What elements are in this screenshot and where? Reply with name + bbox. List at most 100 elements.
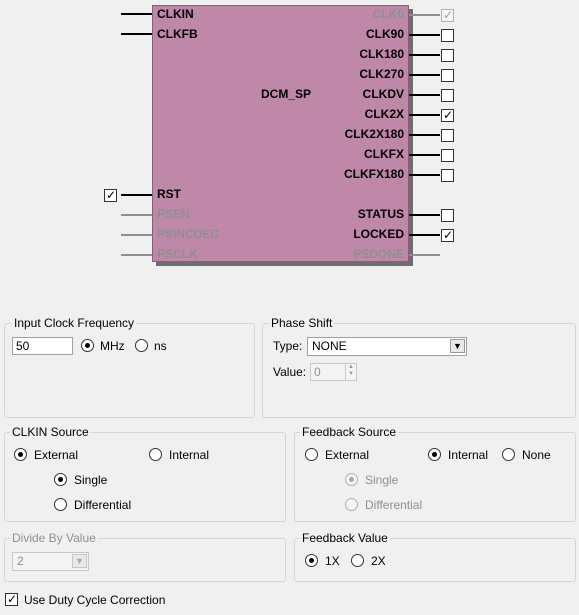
input-clock-title: Input Clock Frequency bbox=[12, 316, 137, 330]
feedback-external-label: External bbox=[325, 448, 370, 462]
pin-rst: RST bbox=[157, 187, 181, 201]
check-icon: ✓ bbox=[443, 108, 454, 122]
clk2x180-wire bbox=[409, 134, 440, 136]
clk2x-checkbox[interactable]: ✓ bbox=[441, 108, 454, 122]
clk270-checkbox[interactable] bbox=[441, 69, 454, 82]
feedback-differential-radio[interactable] bbox=[345, 498, 358, 511]
unit-ns-radio[interactable] bbox=[135, 339, 148, 352]
clkin-wire bbox=[121, 13, 152, 15]
pin-clk0: CLK0 bbox=[372, 7, 404, 21]
psclk-wire bbox=[121, 254, 152, 256]
locked-checkbox[interactable]: ✓ bbox=[441, 228, 454, 242]
feedback-single-label: Single bbox=[365, 473, 399, 487]
spin-down-icon[interactable]: ▼ bbox=[348, 371, 354, 377]
feedback-none-radio[interactable] bbox=[502, 448, 515, 461]
clk2x180-checkbox[interactable] bbox=[441, 129, 454, 142]
clk90-wire bbox=[409, 34, 440, 36]
clk0-checkbox[interactable]: ✓ bbox=[441, 8, 454, 22]
clkfb-wire bbox=[121, 33, 152, 35]
clkin-source-title: CLKIN Source bbox=[10, 425, 91, 439]
clkfx-checkbox[interactable] bbox=[441, 149, 454, 162]
feedback-value-title: Feedback Value bbox=[300, 531, 390, 545]
pin-clkin: CLKIN bbox=[157, 7, 194, 21]
pin-locked: LOCKED bbox=[353, 227, 404, 241]
feedback-single-radio[interactable] bbox=[345, 473, 358, 486]
check-icon: ✓ bbox=[106, 188, 117, 202]
clk180-checkbox[interactable] bbox=[441, 49, 454, 62]
clkin-internal-radio[interactable] bbox=[149, 448, 162, 461]
clk180-wire bbox=[409, 54, 440, 56]
feedback-internal-label: Internal bbox=[448, 448, 489, 462]
divide-by-dropdown[interactable]: 2 ▼ bbox=[12, 552, 89, 571]
feedback-2x-radio[interactable] bbox=[351, 554, 364, 567]
clkin-internal-label: Internal bbox=[169, 448, 210, 462]
phase-type-label: Type: bbox=[273, 339, 303, 353]
pin-clk180: CLK180 bbox=[359, 47, 404, 61]
feedback-differential-label: Differential bbox=[365, 498, 423, 512]
spinner-buttons[interactable]: ▲ ▼ bbox=[345, 364, 356, 380]
unit-ns-label: ns bbox=[154, 339, 167, 353]
phase-value-text: 0 bbox=[314, 365, 321, 379]
pin-clk2x: CLK2X bbox=[364, 107, 404, 121]
pin-status: STATUS bbox=[357, 207, 404, 221]
clkin-single-label: Single bbox=[74, 473, 108, 487]
pin-clkfb: CLKFB bbox=[157, 27, 198, 41]
phase-value-label: Value: bbox=[273, 365, 307, 379]
unit-mhz-label: MHz bbox=[100, 339, 125, 353]
psdone-wire bbox=[409, 254, 440, 256]
divide-by-value: 2 bbox=[17, 554, 24, 568]
clkin-external-radio[interactable] bbox=[14, 448, 27, 461]
psincdec-wire bbox=[121, 234, 152, 236]
pin-psincdec: PSINCDEC bbox=[157, 227, 220, 241]
feedback-internal-radio[interactable] bbox=[428, 448, 441, 461]
clkin-differential-label: Differential bbox=[74, 498, 132, 512]
clkfx-wire bbox=[409, 154, 440, 156]
rst-wire bbox=[121, 194, 152, 196]
locked-wire bbox=[409, 234, 440, 236]
feedback-external-radio[interactable] bbox=[305, 448, 318, 461]
check-icon: ✓ bbox=[443, 228, 454, 242]
duty-cycle-checkbox[interactable]: ✓ bbox=[5, 592, 18, 606]
divide-by-title: Divide By Value bbox=[10, 531, 98, 545]
duty-cycle-label: Use Duty Cycle Correction bbox=[24, 593, 166, 607]
chevron-down-icon[interactable]: ▼ bbox=[450, 339, 465, 353]
pin-clkdv: CLKDV bbox=[362, 87, 404, 101]
feedback-source-group bbox=[294, 432, 576, 522]
phase-value-spinner[interactable]: 0 ▲ ▼ bbox=[310, 363, 357, 381]
clkin-differential-radio[interactable] bbox=[54, 498, 67, 511]
clkin-single-radio[interactable] bbox=[54, 473, 67, 486]
feedback-1x-label: 1X bbox=[325, 554, 340, 568]
clkdv-checkbox[interactable] bbox=[441, 89, 454, 102]
clk0-wire bbox=[409, 14, 440, 16]
feedback-2x-label: 2X bbox=[371, 554, 386, 568]
pin-psclk: PSCLK bbox=[157, 247, 198, 261]
status-wire bbox=[409, 214, 440, 216]
unit-mhz-radio[interactable] bbox=[81, 339, 94, 352]
check-icon: ✓ bbox=[443, 8, 454, 22]
pin-psdone: PSDONE bbox=[353, 247, 404, 261]
clk2x-wire bbox=[409, 114, 440, 116]
clkin-source-group bbox=[4, 432, 286, 522]
rst-checkbox[interactable]: ✓ bbox=[104, 188, 117, 202]
phase-type-dropdown[interactable]: NONE ▼ bbox=[307, 337, 467, 356]
pin-clk2x180: CLK2X180 bbox=[344, 127, 404, 141]
input-clock-field[interactable]: 50 bbox=[12, 337, 73, 355]
phase-shift-title: Phase Shift bbox=[269, 316, 335, 330]
pin-clk90: CLK90 bbox=[365, 27, 404, 41]
clkdv-wire bbox=[409, 94, 440, 96]
clk90-checkbox[interactable] bbox=[441, 29, 454, 42]
feedback-1x-radio[interactable] bbox=[305, 554, 318, 567]
chevron-down-icon[interactable]: ▼ bbox=[72, 554, 87, 568]
phase-type-value: NONE bbox=[312, 339, 347, 353]
pin-clkfx: CLKFX bbox=[364, 147, 404, 161]
pin-clk270: CLK270 bbox=[359, 67, 404, 81]
check-icon: ✓ bbox=[7, 592, 18, 606]
status-checkbox[interactable] bbox=[441, 209, 454, 222]
feedback-none-label: None bbox=[522, 448, 551, 462]
spin-up-icon[interactable]: ▲ bbox=[348, 364, 354, 370]
psen-wire bbox=[121, 214, 152, 216]
clkfx180-checkbox[interactable] bbox=[441, 169, 454, 182]
clkin-external-label: External bbox=[34, 448, 79, 462]
clk270-wire bbox=[409, 74, 440, 76]
pin-clkfx180: CLKFX180 bbox=[343, 167, 404, 181]
